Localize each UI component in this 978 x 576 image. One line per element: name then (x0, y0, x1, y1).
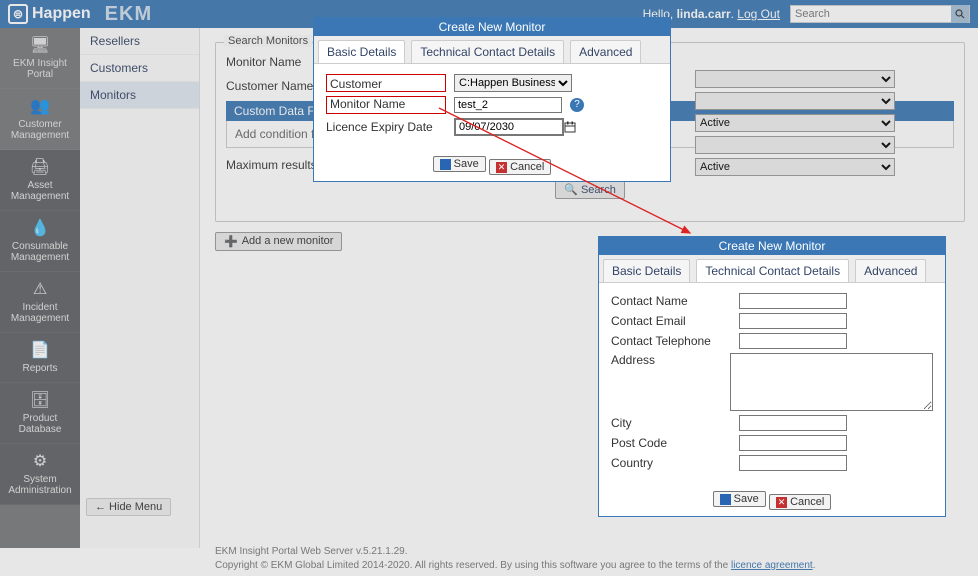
user-name: linda.carr (677, 7, 731, 21)
hide-menu-button[interactable]: ← Hide Menu (86, 498, 171, 516)
help-icon[interactable]: ? (570, 98, 584, 112)
tab-advanced-2[interactable]: Advanced (855, 259, 926, 282)
cancel-icon: ✕ (496, 162, 507, 173)
side-ekm-portal[interactable]: 🖥EKM Insight Portal (0, 28, 80, 89)
subnav-customers[interactable]: Customers (80, 55, 199, 82)
modal-basic-details: Create New Monitor Basic Details Technic… (313, 17, 671, 182)
dd3[interactable]: Active (695, 114, 895, 132)
side-incident[interactable]: ⚠Incident Management (0, 272, 80, 333)
licence-date-input[interactable] (454, 118, 564, 136)
licence-link[interactable]: licence agreement (731, 560, 813, 571)
footer: EKM Insight Portal Web Server v.5.21.1.2… (215, 545, 815, 573)
global-search[interactable] (790, 5, 970, 23)
brand-happen: ⊜Happen (8, 4, 91, 24)
cancel-button-2[interactable]: ✕Cancel (769, 494, 831, 510)
save-button-2[interactable]: Save (713, 491, 766, 507)
tab-basic-2[interactable]: Basic Details (603, 259, 690, 282)
cancel-icon: ✕ (776, 497, 787, 508)
calendar-icon[interactable] (563, 119, 576, 135)
search-legend: Search Monitors (224, 35, 312, 47)
side-customer-mgmt[interactable]: 👥Customer Management (0, 89, 80, 150)
header-right: Hello, linda.carr. Log Out (643, 5, 970, 23)
tab-tech-1[interactable]: Technical Contact Details (411, 40, 564, 63)
modal1-title: Create New Monitor (314, 18, 670, 36)
tab-advanced-1[interactable]: Advanced (570, 40, 641, 63)
search-input[interactable] (791, 8, 951, 20)
modal-tech-contact: Create New Monitor Basic Details Technic… (598, 236, 946, 517)
contact-email-field[interactable] (739, 313, 847, 329)
sidebar: 🖥EKM Insight Portal 👥Customer Management… (0, 28, 80, 548)
search-icon[interactable] (951, 5, 969, 23)
side-sysadmin[interactable]: ⚙System Administration (0, 444, 80, 505)
logout-link[interactable]: Log Out (737, 7, 780, 21)
save-button-1[interactable]: Save (433, 156, 486, 172)
monitor-name-field[interactable] (454, 97, 562, 113)
tab-tech-2[interactable]: Technical Contact Details (696, 259, 849, 282)
brand-ekm: EKM (105, 3, 152, 26)
postcode-field[interactable] (739, 435, 847, 451)
dd4[interactable] (695, 136, 895, 154)
contact-tel-field[interactable] (739, 333, 847, 349)
subnav-monitors[interactable]: Monitors (80, 82, 199, 109)
label-customer: Customer (326, 74, 446, 92)
label-licence: Licence Expiry Date (326, 120, 446, 134)
save-icon (440, 159, 451, 170)
dd2[interactable] (695, 92, 895, 110)
cancel-button-1[interactable]: ✕Cancel (489, 159, 551, 175)
address-field[interactable] (730, 353, 933, 411)
side-reports[interactable]: 📄Reports (0, 333, 80, 383)
label-monitor-name: Monitor Name (326, 96, 446, 114)
dd5[interactable]: Active (695, 158, 895, 176)
dd1[interactable] (695, 70, 895, 88)
add-monitor-button[interactable]: ➕ Add a new monitor (215, 232, 342, 251)
country-field[interactable] (739, 455, 847, 471)
subnav: Resellers Customers Monitors (80, 28, 200, 548)
subnav-resellers[interactable]: Resellers (80, 28, 199, 55)
modal2-title: Create New Monitor (599, 237, 945, 255)
contact-name-field[interactable] (739, 293, 847, 309)
side-product-db[interactable]: 🗄Product Database (0, 383, 80, 444)
search-button[interactable]: 🔍 Search (555, 180, 625, 199)
side-consumable[interactable]: 💧Consumable Management (0, 211, 80, 272)
side-asset-mgmt[interactable]: 🖨Asset Management (0, 150, 80, 211)
city-field[interactable] (739, 415, 847, 431)
customer-select[interactable]: C:Happen Business (454, 74, 572, 92)
save-icon (720, 494, 731, 505)
tab-basic-1[interactable]: Basic Details (318, 40, 405, 63)
